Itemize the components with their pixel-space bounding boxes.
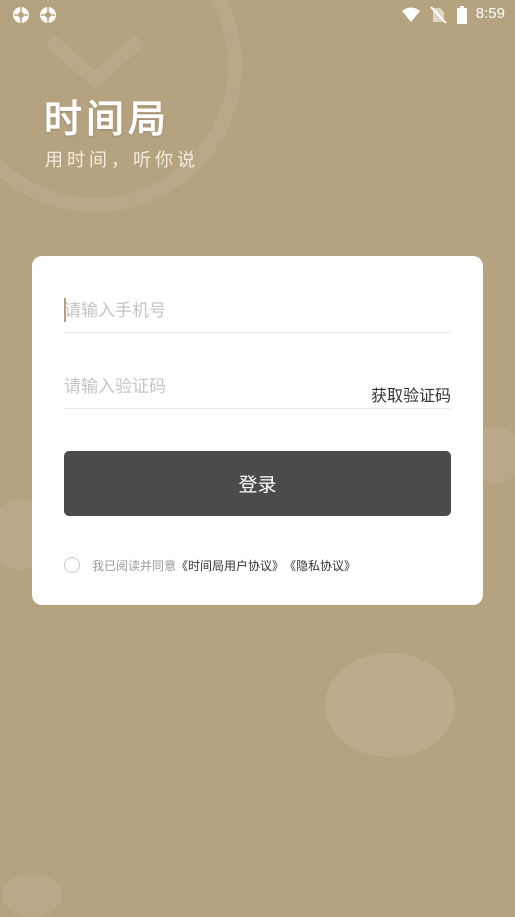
status-bar: 8:59	[0, 0, 515, 30]
verification-code-input[interactable]	[64, 368, 354, 406]
no-sim-icon	[430, 6, 447, 24]
wifi-icon	[402, 7, 420, 22]
app-subtitle: 用时间，听你说	[45, 150, 199, 171]
code-field: 获取验证码	[64, 368, 451, 409]
aperture-icon	[13, 7, 29, 23]
phone-input[interactable]	[64, 292, 354, 330]
login-card: 获取验证码 登录 我已阅读并同意 《时间局用户协议》 《隐私协议》	[32, 256, 483, 605]
aperture-icon	[40, 7, 56, 23]
agreement-row: 我已阅读并同意 《时间局用户协议》 《隐私协议》	[64, 555, 356, 575]
status-time: 8:59	[475, 5, 505, 22]
text-cursor	[64, 298, 66, 322]
login-button[interactable]: 登录	[64, 451, 451, 516]
agree-prefix-text: 我已阅读并同意	[92, 558, 177, 573]
battery-icon	[457, 6, 467, 24]
app-title: 时间局	[44, 96, 171, 141]
get-code-button[interactable]: 获取验证码	[371, 382, 451, 406]
privacy-policy-link[interactable]: 《隐私协议》	[284, 557, 356, 574]
phone-field	[64, 292, 451, 333]
user-agreement-link[interactable]: 《时间局用户协议》	[176, 557, 284, 574]
agree-radio[interactable]	[64, 557, 80, 573]
